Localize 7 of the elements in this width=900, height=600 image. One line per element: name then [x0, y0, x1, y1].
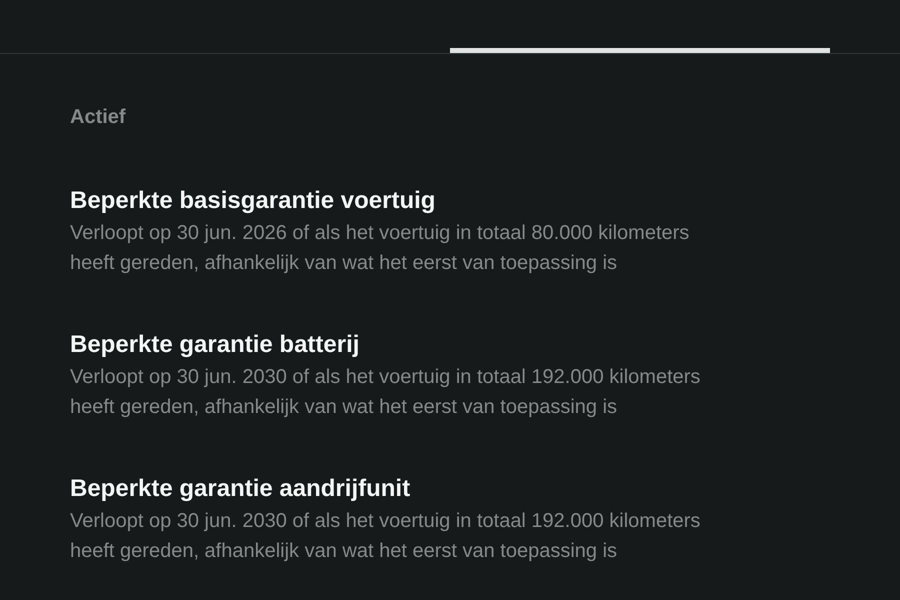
- warranty-title: Beperkte garantie batterij: [70, 330, 360, 360]
- warranty-description: Verloopt op 30 jun. 2030 of als het voertuig in totaal 192.000 kilometers heeft gereden, afhankelijk van wat het eerst van toepassing is: [70, 365, 702, 420]
- warranty-title: Beperkte basisgarantie voertuig: [70, 186, 436, 216]
- warranty-description: Verloopt op 30 jun. 2026 of als het voertuig in totaal 80.000 kilometers heeft gereden, afhankelijk van wat het eerst van toepassing is: [70, 221, 690, 276]
- warranty-description: Verloopt op 30 jun. 2030 of als het voertuig in totaal 192.000 kilometers heeft gereden, afhankelijk van wat het eerst van toepassing is: [70, 509, 702, 564]
- section-heading: Actief: [70, 105, 127, 130]
- warranty-title: Beperkte garantie aandrijfunit: [70, 474, 412, 504]
